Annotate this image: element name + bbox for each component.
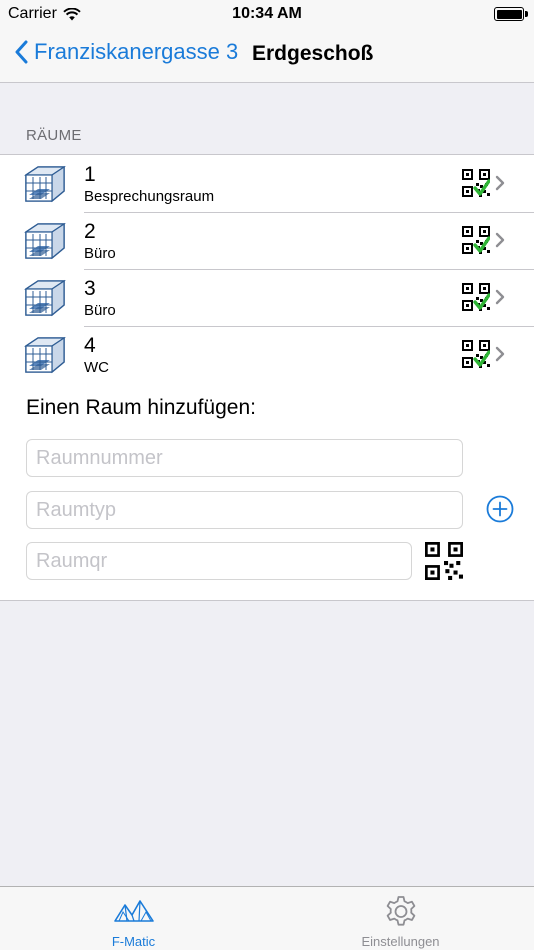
room-row[interactable]: 4 WC xyxy=(0,326,534,383)
qr-check-icon xyxy=(462,340,490,368)
mountains-icon xyxy=(113,900,154,922)
page-title: Erdgeschoß xyxy=(252,42,374,65)
chevron-right-icon xyxy=(495,175,505,191)
room-cube-icon xyxy=(25,223,65,259)
room-qr-input[interactable] xyxy=(26,542,412,580)
qr-check-icon xyxy=(462,169,490,197)
room-type: Büro xyxy=(84,245,116,262)
back-button-label: Franziskanergasse 3 xyxy=(34,39,239,64)
gear-icon xyxy=(386,896,415,926)
room-row[interactable]: 3 Büro xyxy=(0,269,534,326)
battery-icon xyxy=(494,7,528,21)
navigation-bar: Franziskanergasse 3 Erdgeschoß xyxy=(0,30,534,83)
back-button[interactable]: Franziskanergasse 3 xyxy=(14,39,238,65)
room-type-input[interactable] xyxy=(26,491,463,529)
room-cube-icon xyxy=(25,337,65,373)
room-number: 4 xyxy=(84,334,96,357)
tab-f-matic[interactable]: F-Matic xyxy=(0,887,267,950)
room-cube-icon xyxy=(25,280,65,316)
tab-bar: F-Matic Einstellungen xyxy=(0,886,534,950)
add-room-form: Einen Raum hinzufügen: xyxy=(0,381,534,601)
room-row[interactable]: 1 Besprechungsraum xyxy=(0,155,534,212)
tab-einstellungen-label: Einstellungen xyxy=(361,934,440,949)
room-number: 2 xyxy=(84,220,96,243)
chevron-left-icon xyxy=(15,40,28,64)
room-list: 1 Besprechungsraum 2 Büro 3 Büro 4 WC xyxy=(0,154,534,384)
add-room-button[interactable] xyxy=(486,495,514,523)
room-type: WC xyxy=(84,359,109,376)
room-row[interactable]: 2 Büro xyxy=(0,212,534,269)
rooms-section-header: RÄUME xyxy=(26,127,82,144)
room-number-input[interactable] xyxy=(26,439,463,477)
room-number: 3 xyxy=(84,277,96,300)
room-cube-icon xyxy=(25,166,65,202)
qr-check-icon xyxy=(462,226,490,254)
status-time: 10:34 AM xyxy=(232,5,302,22)
tab-f-matic-label: F-Matic xyxy=(111,934,156,949)
add-room-title: Einen Raum hinzufügen: xyxy=(26,396,256,419)
chevron-right-icon xyxy=(495,346,505,362)
qr-check-icon xyxy=(462,283,490,311)
status-bar: Carrier 10:34 AM xyxy=(0,0,534,30)
tab-einstellungen[interactable]: Einstellungen xyxy=(267,887,534,950)
chevron-right-icon xyxy=(495,289,505,305)
room-number: 1 xyxy=(84,163,96,186)
room-type: Büro xyxy=(84,302,116,319)
room-type: Besprechungsraum xyxy=(84,188,215,205)
chevron-right-icon xyxy=(495,232,505,248)
battery-fill xyxy=(496,9,522,19)
qr-scan-button[interactable] xyxy=(425,542,463,580)
